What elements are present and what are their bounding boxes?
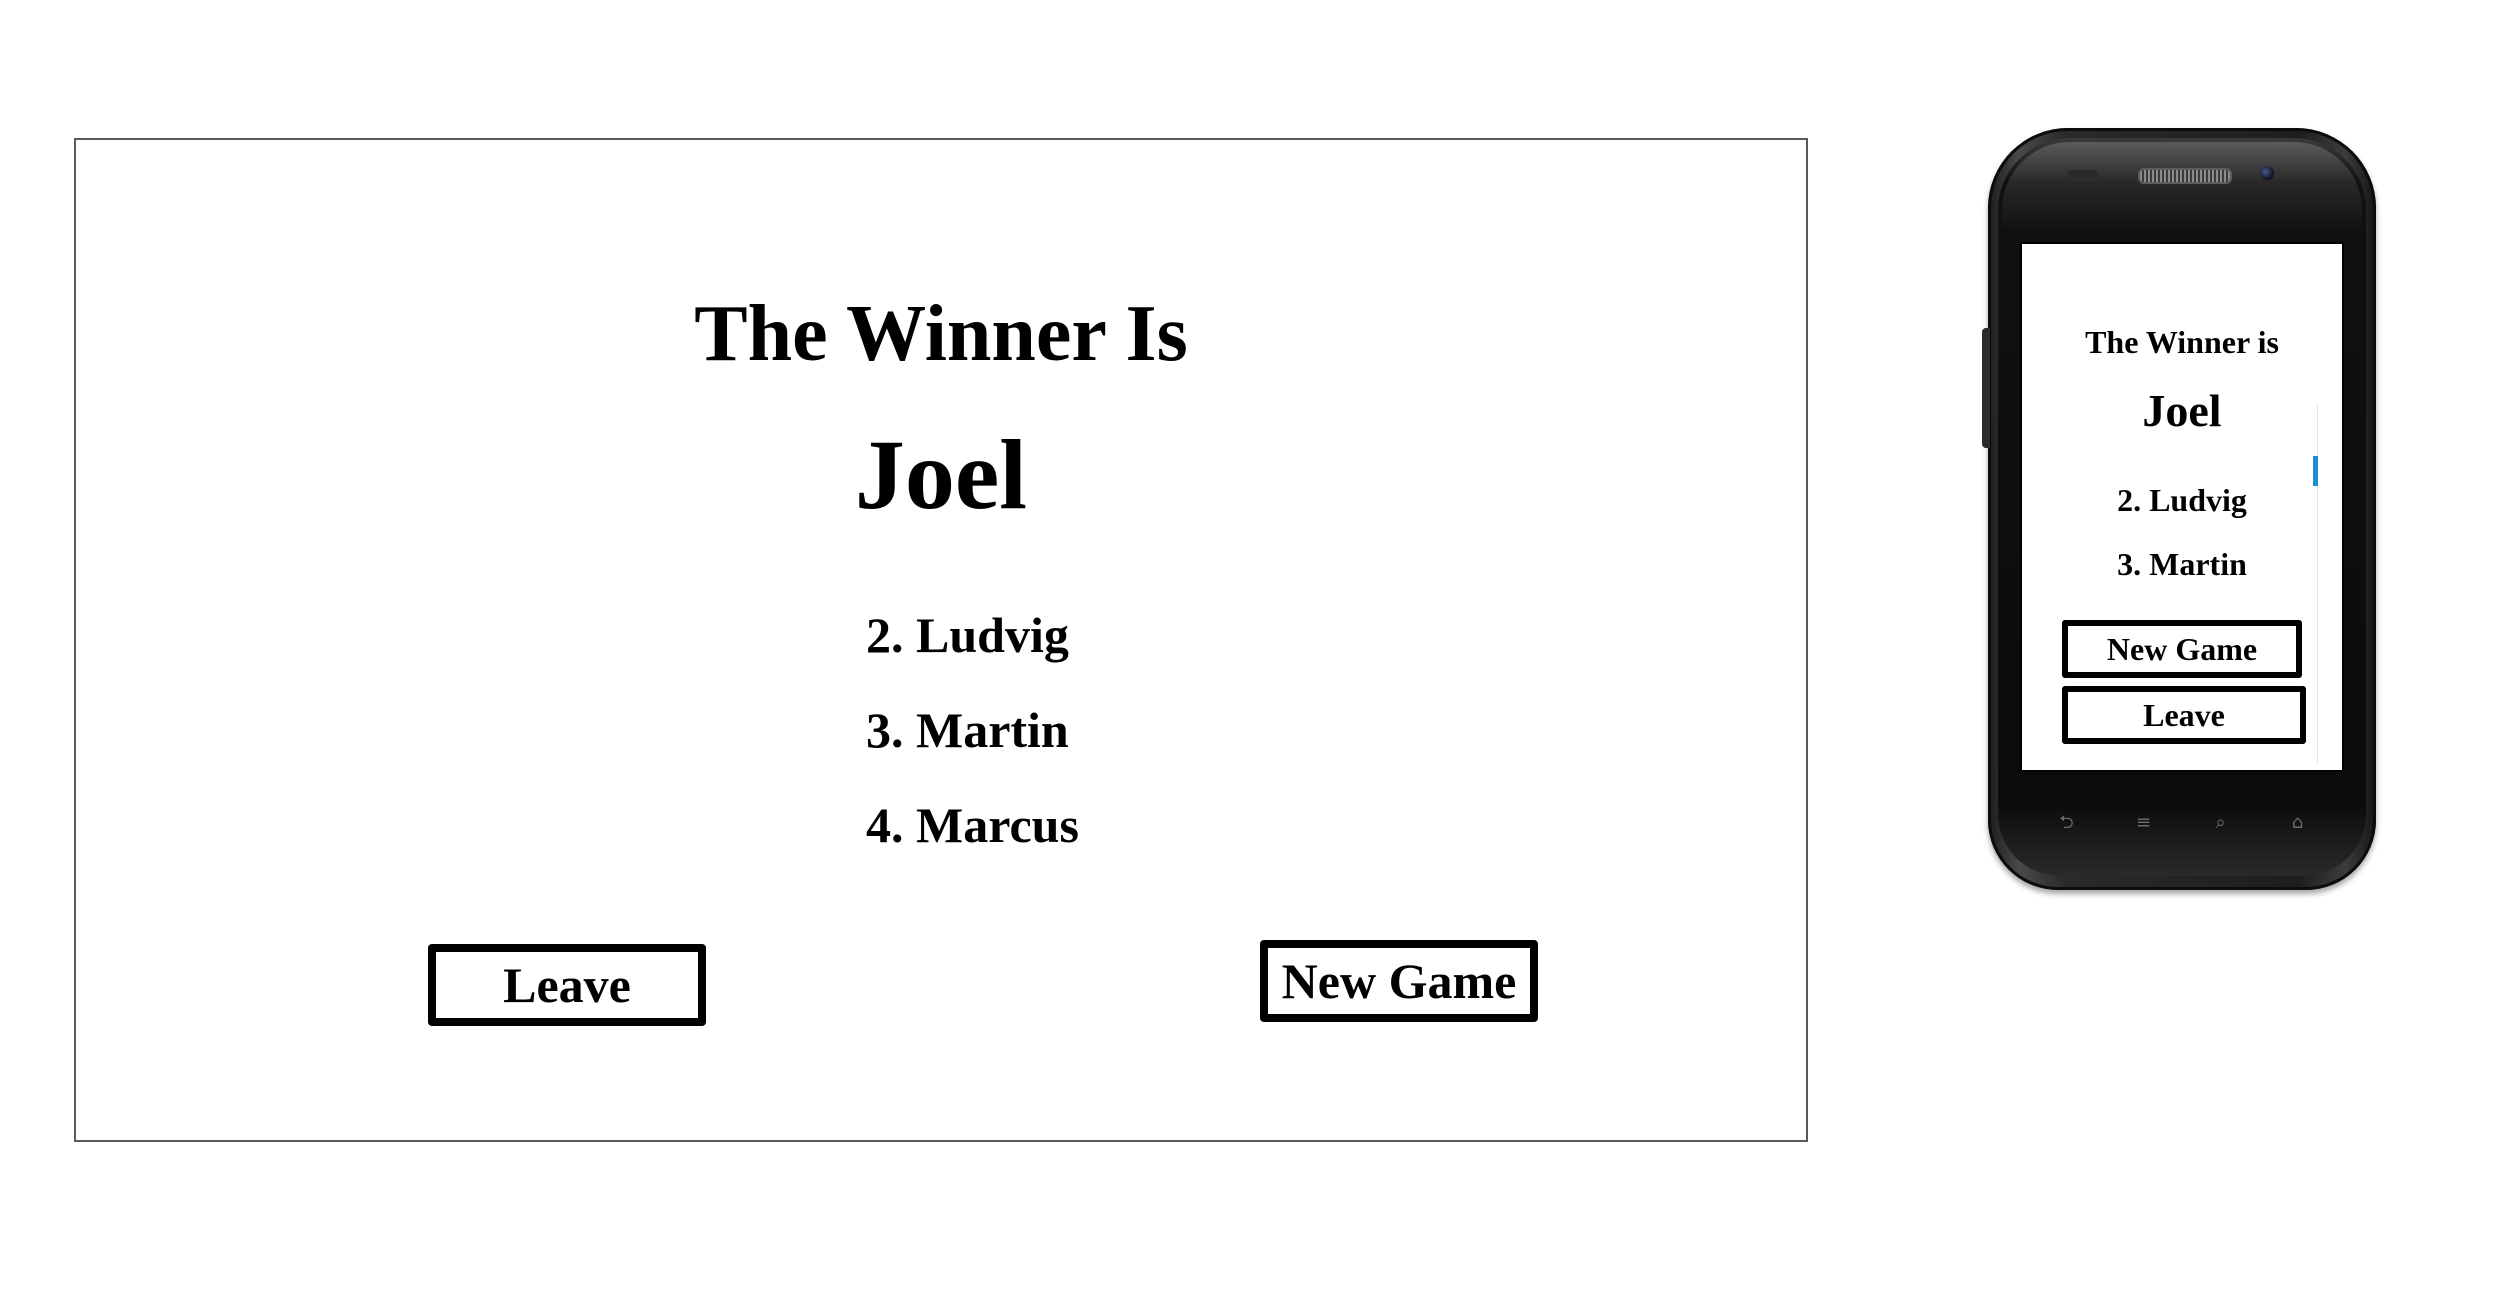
phone-device: The Winner is Joel 2. Ludvig 3. Martin N…	[1982, 128, 2376, 890]
mobile-leave-button[interactable]: Leave	[2062, 686, 2306, 744]
desktop-results-screen: The Winner Is Joel 2. Ludvig 3. Martin 4…	[74, 138, 1808, 1142]
proximity-sensor	[2068, 170, 2098, 178]
earpiece-speaker	[2138, 168, 2232, 184]
front-camera-icon	[2260, 166, 2274, 180]
mobile-winner-heading: The Winner is	[2085, 324, 2279, 360]
mobile-ranking-list: 2. Ludvig 3. Martin	[2022, 484, 2342, 612]
mobile-ranking-item: 2. Ludvig	[2117, 482, 2247, 518]
mobile-ranking-item: 3. Martin	[2117, 546, 2247, 582]
winner-heading: The Winner Is	[76, 294, 1806, 374]
back-icon[interactable]: ⮌	[2054, 813, 2080, 833]
scrollbar-thumb[interactable]	[2313, 456, 2318, 486]
ranking-item: 3. Martin	[866, 702, 1069, 758]
ranking-item: 2. Ludvig	[866, 607, 1069, 663]
home-icon[interactable]: ⌂	[2285, 813, 2311, 833]
phone-side-button	[1982, 328, 1990, 448]
new-game-button[interactable]: New Game	[1260, 940, 1538, 1022]
winner-heading-text: The Winner Is	[694, 290, 1188, 378]
android-nav-bar: ⮌ ≡ ⌕ ⌂	[2028, 808, 2336, 838]
search-icon[interactable]: ⌕	[2208, 813, 2234, 833]
mobile-winner-name: Joel	[2142, 385, 2222, 436]
menu-icon[interactable]: ≡	[2131, 813, 2157, 833]
ranking-list: 2. Ludvig 3. Martin 4. Marcus	[866, 610, 1079, 895]
mobile-results-screen: The Winner is Joel 2. Ludvig 3. Martin N…	[2020, 242, 2344, 772]
mobile-new-game-button[interactable]: New Game	[2062, 620, 2302, 678]
winner-name: Joel	[854, 419, 1028, 530]
leave-button[interactable]: Leave	[428, 944, 706, 1026]
ranking-item: 4. Marcus	[866, 797, 1079, 853]
phone-gloss	[2002, 142, 2362, 232]
